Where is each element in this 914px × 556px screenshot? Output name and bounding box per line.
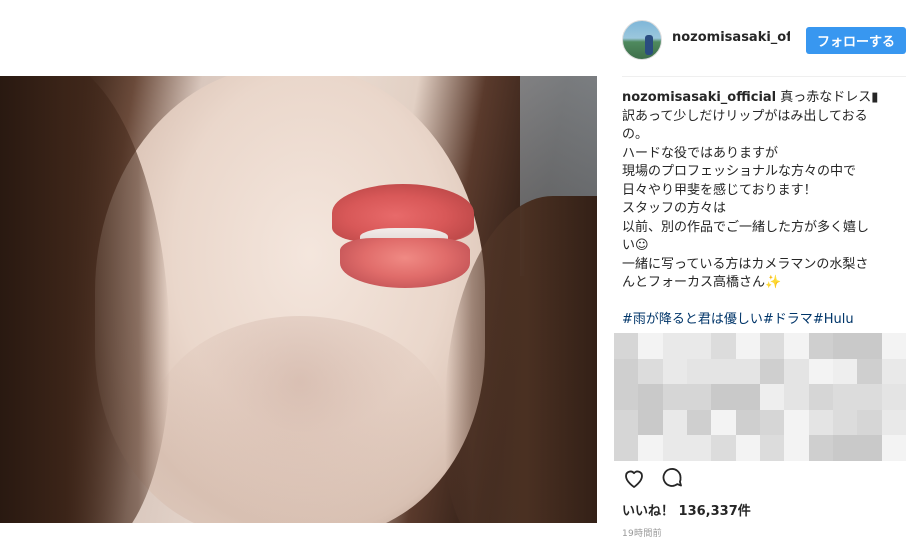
mosaic-cell [857, 435, 882, 461]
mosaic-cell [808, 409, 833, 436]
mosaic-cell [833, 435, 858, 461]
mosaic-cell [808, 358, 833, 385]
mosaic-cell [760, 435, 785, 461]
mosaic-cell [711, 435, 736, 461]
mosaic-cell [735, 333, 760, 359]
caption-line: 一緒に写っている方はカメラマンの水梨さ [622, 256, 869, 272]
caption-line: 真っ赤なドレス▮ [780, 90, 879, 105]
mosaic-cell [833, 384, 858, 410]
mosaic-cell [687, 358, 712, 385]
header-username[interactable]: nozomisasaki_official [672, 30, 790, 45]
mosaic-cell [687, 384, 712, 410]
mosaic-cell [857, 333, 882, 359]
mosaic-cell [687, 333, 712, 359]
mosaic-cell [711, 409, 736, 436]
hashtag-link[interactable]: #雨が降ると君は優しい [622, 312, 763, 327]
header-divider [622, 76, 906, 77]
mosaic-cell [760, 384, 785, 410]
mosaic-cell [662, 358, 687, 385]
mosaic-cell [857, 409, 882, 436]
mosaic-cell [638, 384, 663, 410]
mosaic-cell [881, 384, 906, 410]
likes-count[interactable]: いいね！ 136,337件 [622, 500, 751, 519]
caption: nozomisasaki_official 真っ赤なドレス▮ 訳あって少しだけリ… [622, 89, 910, 330]
mosaic-cell [662, 435, 687, 461]
mosaic-cell [614, 358, 639, 385]
mosaic-cell [881, 358, 906, 385]
speech-bubble-icon[interactable] [660, 466, 684, 490]
caption-line: 現場のプロフェッショナルな方々の中で [622, 164, 857, 179]
likes-number: 136,337件 [678, 504, 751, 519]
mosaic-cell [857, 384, 882, 410]
likes-label: いいね！ [622, 504, 675, 519]
mosaic-cell [735, 409, 760, 436]
pixelated-comments [614, 333, 906, 461]
mosaic-cell [735, 384, 760, 410]
caption-line: スタッフの方々は [622, 201, 727, 216]
mosaic-cell [881, 333, 906, 359]
mosaic-cell [833, 358, 858, 385]
mosaic-cell [711, 333, 736, 359]
caption-username[interactable]: nozomisasaki_official [622, 90, 776, 105]
mosaic-cell [614, 384, 639, 410]
mosaic-cell [711, 358, 736, 385]
caption-line: 訳あって少しだけリップがはみ出しておる [622, 108, 868, 124]
mosaic-cell [662, 409, 687, 436]
heart-outline-icon[interactable] [622, 466, 646, 490]
timestamp[interactable]: 19時間前 [622, 526, 662, 539]
avatar[interactable] [622, 20, 662, 60]
hashtags: #雨が降ると君は優しい#ドラマ#Hulu [622, 311, 910, 330]
mosaic-cell [808, 384, 833, 410]
mosaic-cell [614, 409, 639, 436]
mosaic-cell [857, 358, 882, 385]
mosaic-cell [760, 333, 785, 359]
mosaic-cell [638, 409, 663, 436]
mosaic-cell [784, 435, 809, 461]
caption-line: んとフォーカス高橋さん✨ [622, 275, 782, 290]
mosaic-cell [833, 409, 858, 436]
caption-line: 日々やり甲斐を感じております！ [622, 182, 817, 198]
mosaic-cell [881, 409, 906, 436]
mosaic-cell [614, 435, 639, 461]
mosaic-cell [760, 358, 785, 385]
mosaic-cell [638, 333, 663, 359]
action-bar [622, 466, 684, 490]
follow-button[interactable]: フォローする [806, 27, 906, 54]
post-photo[interactable] [0, 76, 597, 523]
caption-line: い☺ [622, 238, 649, 253]
mosaic-cell [784, 384, 809, 410]
hashtag-link[interactable]: #ドラマ [763, 312, 813, 327]
mosaic-cell [638, 435, 663, 461]
caption-line: 以前、別の作品でご一緒した方が多く嬉し [622, 219, 870, 235]
mosaic-cell [687, 435, 712, 461]
mosaic-cell [881, 435, 906, 461]
mosaic-cell [662, 333, 687, 359]
mosaic-cell [614, 333, 639, 359]
caption-line: ハードな役ではありますが [622, 145, 779, 161]
mosaic-cell [662, 384, 687, 410]
caption-line: の。 [622, 127, 649, 142]
mosaic-cell [808, 435, 833, 461]
mosaic-cell [735, 435, 760, 461]
mosaic-cell [808, 333, 833, 359]
mosaic-cell [638, 358, 663, 385]
mosaic-cell [833, 333, 858, 359]
hashtag-link[interactable]: #Hulu [813, 312, 854, 327]
mosaic-cell [784, 333, 809, 359]
mosaic-cell [735, 358, 760, 385]
mosaic-cell [760, 409, 785, 436]
mosaic-cell [687, 409, 712, 436]
mosaic-cell [784, 409, 809, 436]
mosaic-cell [784, 358, 809, 385]
mosaic-cell [711, 384, 736, 410]
